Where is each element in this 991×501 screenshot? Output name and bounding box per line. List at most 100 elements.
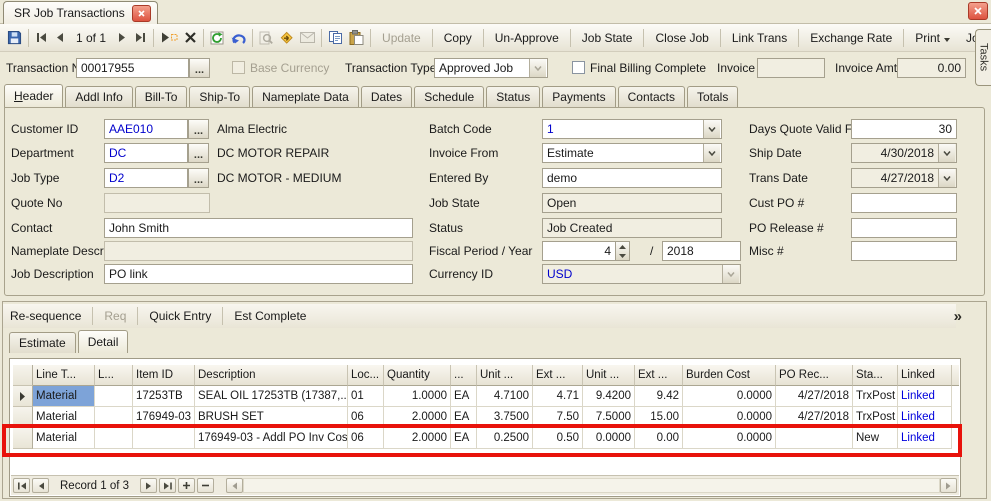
horizontal-scrollbar[interactable] <box>226 478 957 494</box>
chevron-down-icon[interactable] <box>529 59 546 77</box>
scrollbar-track[interactable] <box>243 478 940 493</box>
grid-column-header[interactable]: Ext ... <box>533 365 583 386</box>
grid-cell[interactable] <box>776 428 853 449</box>
chevron-down-icon[interactable] <box>938 169 955 187</box>
record-prev-button[interactable] <box>32 478 49 493</box>
tab-contacts[interactable]: Contacts <box>618 86 685 107</box>
grid-cell[interactable]: 0.0000 <box>683 386 776 407</box>
tab-schedule[interactable]: Schedule <box>414 86 484 107</box>
grid-column-header[interactable]: Item ID <box>133 365 195 386</box>
copy-button[interactable]: Copy <box>436 31 480 45</box>
tab-detail[interactable]: Detail <box>78 330 129 353</box>
tab-estimate[interactable]: Estimate <box>9 332 76 353</box>
quick-entry-button[interactable]: Quick Entry <box>141 309 219 323</box>
contact-field[interactable]: John Smith <box>104 218 413 238</box>
grid-cell[interactable]: 2.0000 <box>384 407 451 428</box>
grid-cell[interactable]: 1.0000 <box>384 386 451 407</box>
link-trans-button[interactable]: Link Trans <box>724 31 795 45</box>
fiscal-year-field[interactable]: 2018 <box>662 241 741 261</box>
add-row-button[interactable] <box>178 478 195 493</box>
invoice-from-combo[interactable]: Estimate <box>542 143 722 163</box>
chevron-down-icon[interactable] <box>938 144 955 162</box>
row-indicator[interactable] <box>13 386 33 407</box>
tab-bill-to[interactable]: Bill-To <box>135 86 188 107</box>
grid-cell[interactable] <box>95 407 133 428</box>
tab-header[interactable]: Header <box>4 84 63 107</box>
tasks-panel-tab[interactable]: Tasks <box>975 29 991 86</box>
grid-cell[interactable]: Linked <box>898 407 952 428</box>
fiscal-period-spinner[interactable] <box>615 241 630 261</box>
email-button[interactable] <box>297 27 318 49</box>
grid-cell[interactable]: Material <box>33 407 95 428</box>
close-job-button[interactable]: Close Job <box>647 31 716 45</box>
scroll-left-button[interactable] <box>226 478 243 493</box>
grid-cell[interactable]: 0.2500 <box>477 428 533 449</box>
toolbar-overflow-button[interactable]: » <box>954 308 962 325</box>
nav-next-button[interactable] <box>114 27 131 49</box>
delete-button[interactable] <box>181 27 200 49</box>
tab-addl-info[interactable]: Addl Info <box>65 86 132 107</box>
undo-button[interactable] <box>228 27 249 49</box>
direction-button[interactable] <box>276 27 297 49</box>
document-tab[interactable]: SR Job Transactions <box>3 1 158 24</box>
tab-ship-to[interactable]: Ship-To <box>189 86 250 107</box>
grid-cell[interactable]: TrxPost <box>853 407 898 428</box>
req-button[interactable]: Req <box>96 309 134 323</box>
grid-cell[interactable]: New <box>853 428 898 449</box>
grid-cell[interactable]: 9.4200 <box>583 386 635 407</box>
grid-cell[interactable]: 17253TB <box>133 386 195 407</box>
batch-code-combo[interactable]: 1 <box>542 119 722 139</box>
update-button[interactable]: Update <box>374 31 429 45</box>
nameplate-descr-field[interactable] <box>104 241 413 261</box>
currency-id-combo[interactable]: USD <box>542 264 741 284</box>
grid-cell[interactable] <box>95 386 133 407</box>
grid-column-header[interactable]: Sta... <box>853 365 898 386</box>
row-indicator[interactable] <box>13 428 33 449</box>
grid-column-header[interactable]: PO Rec... <box>776 365 853 386</box>
trans-date-picker[interactable]: 4/27/2018 <box>851 168 957 188</box>
delete-row-button[interactable] <box>197 478 214 493</box>
resequence-button[interactable]: Re-sequence <box>8 309 89 323</box>
grid-column-header[interactable]: Loc... <box>348 365 384 386</box>
grid-column-header[interactable]: Unit ... <box>477 365 533 386</box>
grid-column-header[interactable]: Ext ... <box>635 365 683 386</box>
job-type-field[interactable]: D2 <box>104 168 188 188</box>
grid-column-header[interactable]: Line T... <box>33 365 95 386</box>
document-tab-close-button[interactable] <box>132 5 151 22</box>
job-state-button[interactable]: Job State <box>574 31 641 45</box>
grid-cell[interactable]: 0.50 <box>533 428 583 449</box>
grid-column-header[interactable]: Burden Cost <box>683 365 776 386</box>
grid-cell[interactable]: Material <box>33 428 95 449</box>
grid-row[interactable]: Material176949-03 - Addl PO Inv Cost062.… <box>13 428 959 449</box>
paste-button[interactable] <box>346 27 367 49</box>
grid-column-header[interactable]: Quantity <box>384 365 451 386</box>
grid-cell[interactable]: EA <box>451 428 477 449</box>
tab-nameplate-data[interactable]: Nameplate Data <box>252 86 359 107</box>
transaction-no-field[interactable]: 00017955 <box>76 58 189 78</box>
grid-cell[interactable]: 9.42 <box>635 386 683 407</box>
grid-cell[interactable]: 0.0000 <box>583 428 635 449</box>
grid-column-header[interactable]: Description <box>195 365 348 386</box>
grid-cell[interactable]: 4/27/2018 <box>776 407 853 428</box>
window-close-button[interactable] <box>968 2 988 20</box>
base-currency-checkbox[interactable] <box>232 61 245 74</box>
grid-cell[interactable]: BRUSH SET <box>195 407 348 428</box>
grid-cell[interactable]: 176949-03 - Addl PO Inv Cost <box>195 428 348 449</box>
chevron-down-icon[interactable] <box>703 120 720 138</box>
cust-po-field[interactable] <box>851 193 957 213</box>
entered-by-field[interactable]: demo <box>542 168 722 188</box>
grid-cell[interactable]: 2.0000 <box>384 428 451 449</box>
transaction-type-combo[interactable]: Approved Job <box>434 58 548 78</box>
grid-column-header[interactable]: L... <box>95 365 133 386</box>
grid-cell[interactable]: EA <box>451 407 477 428</box>
nav-last-button[interactable] <box>131 27 150 49</box>
grid-cell[interactable]: 4/27/2018 <box>776 386 853 407</box>
grid-cell[interactable]: Material <box>33 386 95 407</box>
quote-no-field[interactable] <box>104 193 210 213</box>
grid-cell[interactable]: 06 <box>348 407 384 428</box>
grid-cell[interactable]: 7.50 <box>533 407 583 428</box>
grid-row[interactable]: Material176949-03BRUSH SET062.0000EA3.75… <box>13 407 959 428</box>
department-field[interactable]: DC <box>104 143 188 163</box>
grid-cell[interactable]: Linked <box>898 386 952 407</box>
ship-date-picker[interactable]: 4/30/2018 <box>851 143 957 163</box>
